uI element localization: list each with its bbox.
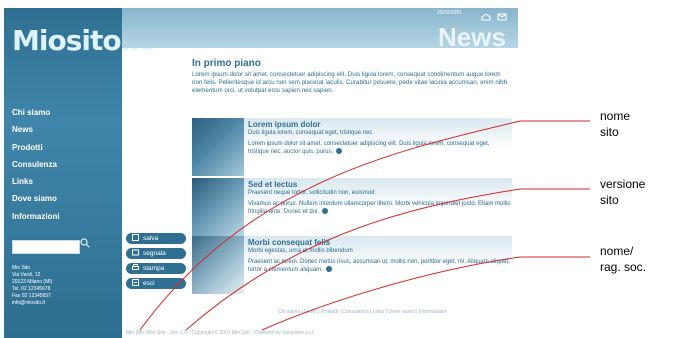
callout-line-company — [261, 256, 590, 331]
callout-company-name: nome/ rag. soc. — [600, 244, 647, 274]
callout-lines — [139, 120, 590, 331]
page-frame: Miosito.it Chi siamo News Prodotti Consu… — [0, 0, 687, 338]
callout-site-version: versione sito — [600, 177, 646, 207]
callout-site-name: nome sito — [600, 109, 631, 139]
callout-line-version — [185, 188, 590, 331]
